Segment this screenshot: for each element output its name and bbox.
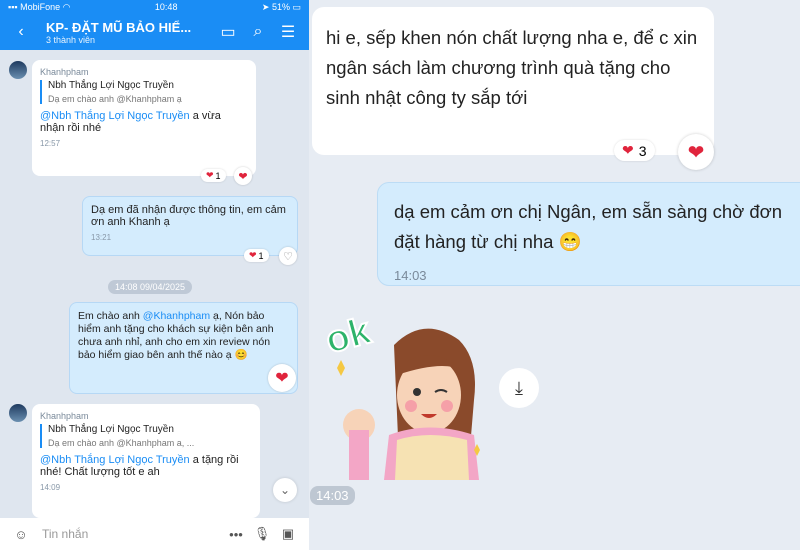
message-list[interactable]: Khanhpham Nbh Thắng Lợi Ngọc Truyền Dạ e… — [0, 50, 309, 530]
back-icon[interactable]: ‹ — [6, 23, 36, 41]
emoji-icon[interactable]: ☺ — [8, 527, 34, 542]
sender-name: Khanhpham — [40, 67, 89, 77]
right-chat-screenshot: hi e, sếp khen nón chất lượng nha e, để … — [309, 0, 800, 550]
heart-outline-icon: ♡ — [283, 250, 293, 263]
status-bar: ▪▪▪ MobiFone ◠ 10:48 ➤ 51% ▭ — [0, 0, 309, 14]
battery-label: 51% — [271, 1, 290, 12]
left-chat-screenshot: ▪▪▪ MobiFone ◠ 10:48 ➤ 51% ▭ ‹ KP- ĐẶT M… — [0, 0, 309, 550]
sender-name: Khanhpham — [40, 411, 89, 421]
reaction-count[interactable]: ❤ 1 — [201, 169, 226, 182]
message-bubble[interactable]: Khanhpham Nbh Thắng Lợi Ngọc Truyền Dạ e… — [32, 60, 256, 176]
search-icon[interactable]: ⌕ — [243, 23, 273, 41]
clock-label: 10:48 — [154, 2, 178, 12]
location-icon: ➤ — [261, 1, 270, 12]
quote-text: Dạ em chào anh @Khanhpham a, ... — [48, 438, 195, 448]
mention-link[interactable]: @Nbh Thắng Lợi Ngọc Truyền — [40, 110, 190, 122]
message-text: hi e, sếp khen nón chất lượng nha e, để … — [326, 27, 698, 108]
message-input-bar: ☺ Tin nhắn ••• 🎙 ▣ — [0, 518, 309, 550]
image-icon[interactable]: ▣ — [275, 526, 301, 542]
message-time: 12:57 — [40, 139, 61, 148]
sticker-ok-text: ok — [320, 309, 377, 363]
download-button[interactable]: ⤓ — [499, 368, 539, 408]
quoted-message[interactable]: Nbh Thắng Lợi Ngọc Truyền Dạ em chào anh… — [40, 424, 252, 448]
heart-icon: ❤ — [687, 141, 705, 164]
heart-icon: ❤ — [275, 370, 289, 387]
heart-icon: ❤ — [206, 170, 214, 180]
message-body: Em chào anh — [78, 310, 143, 322]
chat-title-area[interactable]: KP- ĐẶT MŨ BẢO HIỂ... 3 thành viên — [46, 20, 213, 45]
message-text: @Nbh Thắng Lợi Ngọc Truyền a tặng rồi nh… — [40, 454, 252, 478]
scroll-down-button[interactable]: ⌄ — [273, 478, 297, 502]
message-bubble[interactable]: hi e, sếp khen nón chất lượng nha e, để … — [312, 7, 714, 155]
avatar[interactable] — [9, 404, 27, 422]
reaction-count[interactable]: ❤ 3 — [614, 140, 655, 161]
message-text: dạ em cảm ơn chị Ngân, em sẵn sàng chờ đ… — [394, 201, 783, 252]
heart-icon: ❤ — [249, 250, 257, 260]
menu-icon[interactable]: ☰ — [273, 22, 303, 42]
message-text: @Nbh Thắng Lợi Ngọc Truyền a vừa nhận rồ… — [40, 110, 248, 134]
avatar[interactable] — [9, 61, 27, 79]
quote-text: Dạ em chào anh @Khanhpham ạ — [48, 94, 182, 104]
heart-icon: ❤ — [238, 170, 248, 183]
date-separator: 14:08 09/04/2025 — [108, 280, 193, 294]
video-call-icon[interactable]: ▭ — [213, 22, 243, 42]
message-input[interactable]: Tin nhắn — [42, 527, 223, 541]
react-button[interactable]: ♡ — [279, 247, 297, 265]
message-bubble[interactable]: Khanhpham Nbh Thắng Lợi Ngọc Truyền Dạ e… — [32, 404, 260, 518]
quote-author: Nbh Thắng Lợi Ngọc Truyền — [48, 424, 174, 435]
chat-header: ‹ KP- ĐẶT MŨ BẢO HIỂ... 3 thành viên ▭ ⌕… — [0, 14, 309, 50]
carrier-label: MobiFone — [20, 1, 61, 12]
message-time: 14:09 — [40, 483, 61, 492]
member-count: 3 thành viên — [46, 34, 96, 45]
ok-sticker[interactable]: ok — [319, 300, 489, 480]
mention-link[interactable]: @Nbh Thắng Lợi Ngọc Truyền — [40, 454, 190, 466]
message-bubble[interactable]: dạ em cảm ơn chị Ngân, em sẵn sàng chờ đ… — [377, 182, 800, 286]
reaction-number: 1 — [258, 250, 264, 261]
reaction-count[interactable]: ❤ 1 — [244, 249, 269, 262]
message-text: Dạ em đã nhận được thông tin, em cảm ơn … — [91, 204, 286, 228]
more-icon[interactable]: ••• — [223, 527, 249, 542]
chevron-down-icon: ⌄ — [279, 483, 291, 497]
quoted-message[interactable]: Nbh Thắng Lợi Ngọc Truyền Dạ em chào anh… — [40, 80, 248, 104]
react-button[interactable]: ❤ — [234, 167, 252, 185]
mention-link[interactable]: @Khanhpham — [143, 310, 210, 322]
svg-text:ok: ok — [321, 310, 376, 362]
wifi-icon: ◠ — [62, 1, 71, 12]
reaction-number: 3 — [638, 142, 647, 159]
message-bubble[interactable]: Em chào anh @Khanhpham ạ, Nón bảo hiểm a… — [69, 302, 298, 394]
battery-icon: ▭ — [292, 1, 301, 12]
sticker-time: 14:03 — [310, 486, 355, 505]
message-time: 14:03 — [394, 268, 427, 283]
download-icon: ⤓ — [515, 377, 523, 398]
react-button[interactable]: ❤ — [268, 364, 296, 392]
message-bubble[interactable]: Dạ em đã nhận được thông tin, em cảm ơn … — [82, 196, 298, 256]
heart-icon: ❤ — [622, 142, 634, 158]
reaction-number: 1 — [215, 170, 221, 181]
microphone-icon[interactable]: 🎙 — [249, 526, 275, 542]
signal-icon: ▪▪▪ — [8, 1, 18, 12]
react-button[interactable]: ❤ — [678, 134, 714, 170]
message-time: 13:21 — [91, 233, 112, 242]
chat-title: KP- ĐẶT MŨ BẢO HIỂ... — [46, 19, 192, 35]
quote-author: Nbh Thắng Lợi Ngọc Truyền — [48, 80, 174, 91]
